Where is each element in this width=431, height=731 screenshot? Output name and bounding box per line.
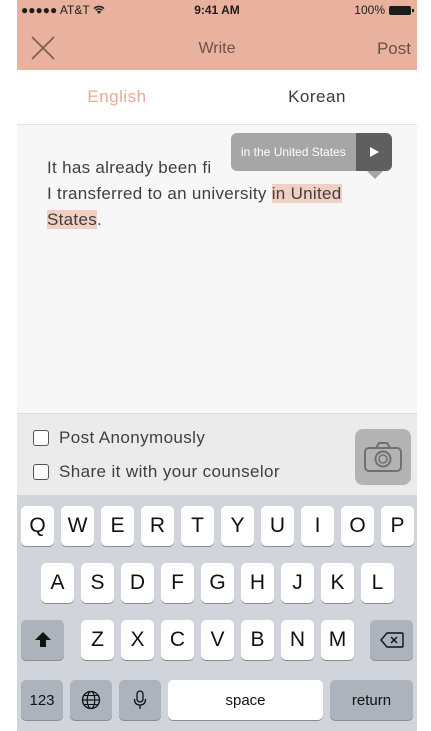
camera-button[interactable] bbox=[355, 429, 411, 485]
globe-icon bbox=[81, 690, 101, 710]
key-n[interactable]: N bbox=[281, 620, 314, 660]
navbar: Write Post bbox=[17, 26, 417, 68]
anonymous-label: Post Anonymously bbox=[59, 428, 206, 447]
key-c[interactable]: C bbox=[161, 620, 194, 660]
key-s[interactable]: S bbox=[81, 563, 114, 603]
key-w[interactable]: W bbox=[61, 506, 94, 546]
text-line-1: It has already been fi bbox=[47, 158, 212, 177]
battery-icon bbox=[389, 5, 414, 15]
post-anonymously-option[interactable]: Post Anonymously bbox=[33, 428, 205, 448]
correction-tooltip: in the United States bbox=[231, 133, 392, 179]
tab-korean[interactable]: Korean bbox=[217, 70, 417, 124]
shift-key[interactable] bbox=[21, 620, 64, 660]
key-d[interactable]: D bbox=[121, 563, 154, 603]
anonymous-checkbox[interactable] bbox=[33, 430, 49, 446]
numbers-key[interactable]: 123 bbox=[21, 680, 63, 720]
key-x[interactable]: X bbox=[121, 620, 154, 660]
language-tabs: English Korean bbox=[17, 70, 417, 125]
key-h[interactable]: H bbox=[241, 563, 274, 603]
key-l[interactable]: L bbox=[361, 563, 394, 603]
camera-icon bbox=[364, 442, 402, 472]
share-counselor-option[interactable]: Share it with your counselor bbox=[33, 462, 280, 482]
text-line-3-suffix: . bbox=[97, 210, 103, 229]
key-o[interactable]: O bbox=[341, 506, 374, 546]
key-u[interactable]: U bbox=[261, 506, 294, 546]
key-e[interactable]: E bbox=[101, 506, 134, 546]
microphone-key[interactable] bbox=[119, 680, 161, 720]
header: ●●●●● AT&T 9:41 AM 100% Write Post bbox=[17, 0, 417, 70]
key-f[interactable]: F bbox=[161, 563, 194, 603]
key-i[interactable]: I bbox=[301, 506, 334, 546]
key-t[interactable]: T bbox=[181, 506, 214, 546]
post-options: Post Anonymously Share it with your coun… bbox=[17, 413, 417, 495]
battery-percent: 100% bbox=[354, 3, 385, 17]
key-v[interactable]: V bbox=[201, 620, 234, 660]
key-m[interactable]: M bbox=[321, 620, 354, 660]
backspace-key[interactable] bbox=[370, 620, 413, 660]
status-bar: ●●●●● AT&T 9:41 AM 100% bbox=[17, 0, 417, 20]
highlighted-text-cont[interactable]: States bbox=[47, 210, 97, 229]
share-checkbox[interactable] bbox=[33, 464, 49, 480]
highlighted-text[interactable]: in United bbox=[271, 184, 342, 203]
space-key[interactable]: space bbox=[168, 680, 323, 720]
key-k[interactable]: K bbox=[321, 563, 354, 603]
apply-correction-button[interactable] bbox=[355, 133, 392, 171]
text-line-2: I transferred to an university bbox=[47, 184, 272, 203]
shift-icon bbox=[34, 632, 51, 647]
correction-suggestion[interactable]: in the United States bbox=[231, 133, 356, 171]
play-icon bbox=[369, 147, 379, 157]
tab-english[interactable]: English bbox=[17, 70, 217, 124]
share-label: Share it with your counselor bbox=[59, 462, 280, 481]
battery-status: 100% bbox=[354, 3, 414, 17]
key-b[interactable]: B bbox=[241, 620, 274, 660]
return-key[interactable]: return bbox=[330, 680, 413, 720]
keyboard: Q W E R T Y U I O P A S D F G H J K L Z … bbox=[17, 495, 417, 731]
page-title: Write bbox=[198, 40, 236, 57]
tooltip-arrow bbox=[367, 171, 383, 179]
key-z[interactable]: Z bbox=[81, 620, 114, 660]
key-r[interactable]: R bbox=[141, 506, 174, 546]
key-a[interactable]: A bbox=[41, 563, 74, 603]
phone-screen: ●●●●● AT&T 9:41 AM 100% Write Post Engli… bbox=[17, 0, 417, 731]
key-y[interactable]: Y bbox=[221, 506, 254, 546]
key-j[interactable]: J bbox=[281, 563, 314, 603]
post-button[interactable]: Post bbox=[377, 39, 411, 59]
backspace-icon bbox=[379, 632, 404, 648]
key-q[interactable]: Q bbox=[21, 506, 54, 546]
microphone-icon bbox=[133, 690, 147, 709]
key-p[interactable]: P bbox=[381, 506, 414, 546]
globe-key[interactable] bbox=[70, 680, 112, 720]
text-editor[interactable]: It has already been fi I transferred to … bbox=[17, 125, 417, 413]
key-g[interactable]: G bbox=[201, 563, 234, 603]
